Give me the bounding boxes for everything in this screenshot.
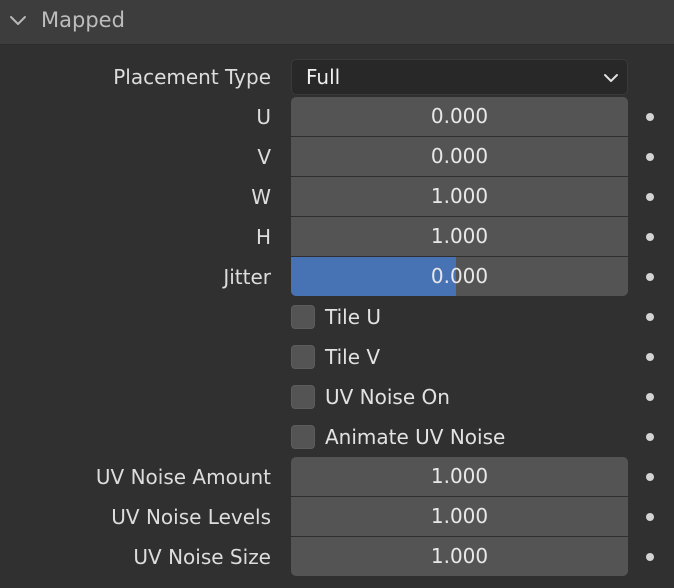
keyframe-dot-icon[interactable] [646, 473, 654, 481]
u-field[interactable]: 0.000 [291, 97, 628, 136]
animate-uv-noise-label[interactable]: Animate UV Noise [325, 424, 505, 450]
placement-type-value: Full [306, 65, 341, 89]
uv-noise-levels-label: UV Noise Levels [111, 505, 271, 529]
w-label: W [251, 185, 271, 209]
uv-noise-on-label[interactable]: UV Noise On [325, 384, 450, 410]
keyframe-dot-icon[interactable] [646, 353, 654, 361]
placement-type-label: Placement Type [113, 65, 271, 89]
tile-v-label[interactable]: Tile V [325, 344, 380, 370]
keyframe-dot-icon[interactable] [646, 193, 654, 201]
v-label: V [257, 145, 271, 169]
h-value: 1.000 [430, 224, 489, 248]
uv-noise-levels-field[interactable]: 1.000 [291, 497, 628, 536]
chevron-down-icon [10, 16, 26, 25]
uv-noise-amount-field[interactable]: 1.000 [291, 457, 628, 496]
keyframe-dot-icon[interactable] [646, 553, 654, 561]
u-label: U [256, 105, 271, 129]
tile-v-checkbox[interactable] [291, 345, 315, 369]
keyframe-dot-icon[interactable] [646, 153, 654, 161]
keyframe-dot-icon[interactable] [646, 393, 654, 401]
tile-u-label[interactable]: Tile U [325, 304, 381, 330]
w-field[interactable]: 1.000 [291, 177, 628, 216]
jitter-value: 0.000 [430, 264, 489, 288]
uv-noise-amount-value: 1.000 [430, 464, 489, 488]
v-field[interactable]: 0.000 [291, 137, 628, 176]
animate-uv-noise-checkbox[interactable] [291, 425, 315, 449]
tile-u-checkbox[interactable] [291, 305, 315, 329]
keyframe-dot-icon[interactable] [646, 313, 654, 321]
panel-title: Mapped [41, 8, 125, 32]
keyframe-dot-icon[interactable] [646, 233, 654, 241]
keyframe-dot-icon[interactable] [646, 433, 654, 441]
uv-noise-size-label: UV Noise Size [133, 545, 271, 569]
uv-noise-levels-value: 1.000 [430, 504, 489, 528]
jitter-label: Jitter [223, 265, 271, 289]
keyframe-dot-icon[interactable] [646, 113, 654, 121]
uv-noise-amount-label: UV Noise Amount [95, 465, 271, 489]
uv-noise-on-checkbox[interactable] [291, 385, 315, 409]
w-value: 1.000 [430, 184, 489, 208]
keyframe-dot-icon[interactable] [646, 513, 654, 521]
h-field[interactable]: 1.000 [291, 217, 628, 256]
keyframe-dot-icon[interactable] [646, 273, 654, 281]
placement-type-dropdown[interactable]: Full [291, 59, 628, 95]
u-value: 0.000 [430, 104, 489, 128]
jitter-slider[interactable]: 0.000 [291, 257, 628, 296]
uv-noise-size-field[interactable]: 1.000 [291, 537, 628, 576]
h-label: H [255, 225, 271, 249]
v-value: 0.000 [430, 144, 489, 168]
uv-noise-size-value: 1.000 [430, 544, 489, 568]
panel-header-mapped[interactable]: Mapped [0, 0, 674, 45]
chevron-down-icon [604, 74, 618, 82]
